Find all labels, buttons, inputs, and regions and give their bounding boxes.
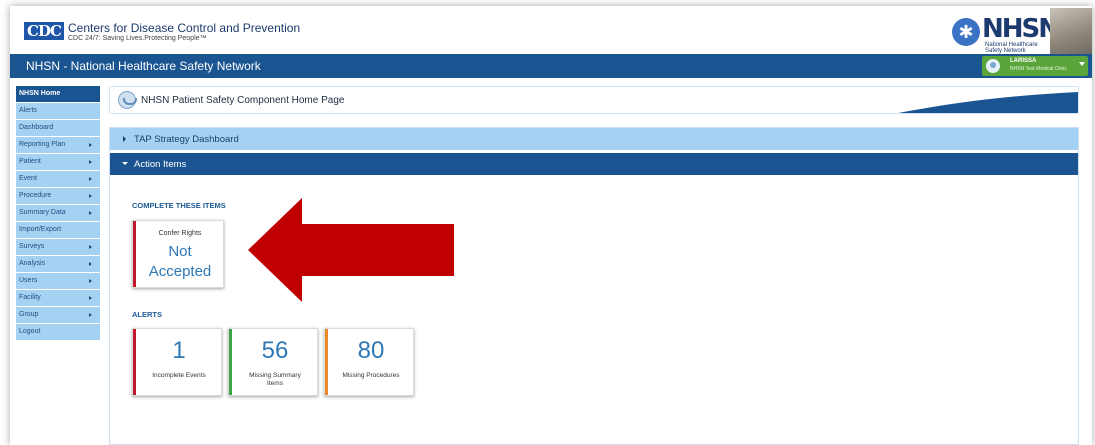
header-photo	[1050, 8, 1092, 54]
sidebar-item-users[interactable]: Users	[16, 273, 100, 290]
alert-count: 80	[357, 337, 385, 364]
chevron-right-icon	[89, 313, 92, 317]
stethoscope-icon	[118, 91, 137, 109]
sidebar-item-label: Group	[19, 311, 39, 318]
sidebar-item-label: Import/Export	[19, 226, 62, 233]
sidebar-item-nhsn-home[interactable]: NHSN Home	[16, 86, 100, 103]
caret-down-icon	[122, 162, 128, 165]
tap-dashboard-toggle[interactable]: TAP Strategy Dashboard	[110, 128, 1078, 150]
alert-count: 1	[172, 337, 186, 364]
page-title: NHSN Patient Safety Component Home Page	[141, 95, 345, 106]
chevron-down-icon	[1079, 62, 1085, 66]
callout-arrow	[248, 198, 454, 302]
sidebar-item-label: Surveys	[19, 243, 45, 250]
sidebar-item-label: NHSN Home	[19, 90, 61, 97]
alert-tile-missing-summary-items[interactable]: 56 Missing Summary Items	[228, 328, 318, 396]
sidebar-item-label: Facility	[19, 294, 41, 301]
tap-dashboard-label: TAP Strategy Dashboard	[134, 134, 239, 145]
alert-label: Incomplete Events	[152, 372, 206, 379]
sidebar-item-label: Patient	[19, 158, 41, 165]
complete-items-title: COMPLETE THESE ITEMS	[132, 201, 226, 210]
tile-caption: Confer Rights	[158, 230, 202, 237]
user-avatar-icon	[986, 59, 1000, 73]
alert-label: Missing Summary Items	[249, 372, 301, 387]
chevron-right-icon	[89, 177, 92, 181]
sidebar-item-label: Alerts	[19, 107, 37, 114]
cdc-header: CDC Centers for Disease Control and Prev…	[10, 6, 1092, 54]
sidebar-item-label: Dashboard	[19, 124, 54, 131]
alert-count: 56	[261, 337, 289, 364]
sidebar-nav: NHSN Home Alerts Dashboard Reporting Plan Pa…	[16, 86, 100, 341]
alert-tile-incomplete-events[interactable]: 1 Incomplete Events	[132, 328, 222, 396]
chevron-right-icon	[89, 262, 92, 266]
chevron-right-icon	[89, 211, 92, 215]
sidebar-item-logout[interactable]: Logout	[16, 324, 100, 341]
sidebar-item-summary-data[interactable]: Summary Data	[16, 205, 100, 222]
tile-stripe	[229, 329, 232, 395]
sidebar-item-label: Analysis	[19, 260, 46, 267]
sidebar-item-group[interactable]: Group	[16, 307, 100, 324]
sidebar-item-alerts[interactable]: Alerts	[16, 103, 100, 120]
sidebar-item-facility[interactable]: Facility	[16, 290, 100, 307]
chevron-right-icon	[89, 194, 92, 198]
tile-stripe	[133, 329, 136, 395]
action-items-label: Action Items	[134, 159, 187, 170]
tile-status-line1: Not	[168, 243, 192, 260]
chevron-right-icon	[89, 279, 92, 283]
sidebar-item-import-export[interactable]: Import/Export	[16, 222, 100, 239]
sidebar-item-label: Procedure	[19, 192, 52, 199]
chevron-right-icon	[89, 160, 92, 164]
app-title: NHSN - National Healthcare Safety Networ…	[26, 59, 261, 73]
page-header: NHSN Patient Safety Component Home Page	[109, 86, 1079, 114]
tile-stripe	[133, 221, 136, 287]
nhsn-logo: NHSN	[982, 14, 1060, 44]
sidebar-item-label: Summary Data	[19, 209, 66, 216]
cdc-logo[interactable]: CDC	[24, 22, 64, 40]
title-bar: NHSN - National Healthcare Safety Networ…	[10, 54, 1092, 78]
chevron-right-icon	[89, 143, 92, 147]
nhsn-logo-subtitle: National Healthcare Safety Network	[985, 42, 1038, 54]
cdc-org-name: Centers for Disease Control and Preventi…	[68, 21, 301, 35]
alerts-title: ALERTS	[132, 310, 162, 319]
sidebar-item-procedure[interactable]: Procedure	[16, 188, 100, 205]
tile-stripe	[325, 329, 328, 395]
sidebar-item-patient[interactable]: Patient	[16, 154, 100, 171]
cdc-tagline: CDC 24/7: Saving Lives.Protecting People…	[68, 35, 207, 42]
user-menu[interactable]: LARISSA NHSN Test Medical Clinic	[982, 56, 1088, 76]
alert-label: Missing Procedures	[342, 372, 400, 379]
sidebar-item-dashboard[interactable]: Dashboard	[16, 120, 100, 137]
user-facility: NHSN Test Medical Clinic	[1010, 66, 1067, 72]
sidebar-item-analysis[interactable]: Analysis	[16, 256, 100, 273]
sidebar-item-event[interactable]: Event	[16, 171, 100, 188]
tile-status-line2: Accepted	[148, 263, 212, 280]
caret-right-icon	[123, 136, 126, 142]
confer-rights-tile[interactable]: Confer Rights Not Accepted	[132, 220, 224, 288]
header-swoosh	[898, 92, 1078, 113]
chevron-right-icon	[89, 296, 92, 300]
sidebar-item-surveys[interactable]: Surveys	[16, 239, 100, 256]
sidebar-item-label: Event	[19, 175, 37, 182]
app-window: CDC Centers for Disease Control and Prev…	[10, 6, 1092, 445]
sidebar-item-reporting-plan[interactable]: Reporting Plan	[16, 137, 100, 154]
sidebar-item-label: Reporting Plan	[19, 141, 66, 148]
user-name: LARISSA	[1010, 58, 1037, 64]
sidebar-item-label: Users	[19, 277, 38, 284]
chevron-right-icon	[89, 245, 92, 249]
alert-tile-missing-procedures[interactable]: 80 Missing Procedures	[324, 328, 414, 396]
star-of-life-icon: ✱	[952, 18, 980, 46]
sidebar-item-label: Logout	[19, 328, 41, 335]
action-items-toggle[interactable]: Action Items	[110, 153, 1078, 175]
